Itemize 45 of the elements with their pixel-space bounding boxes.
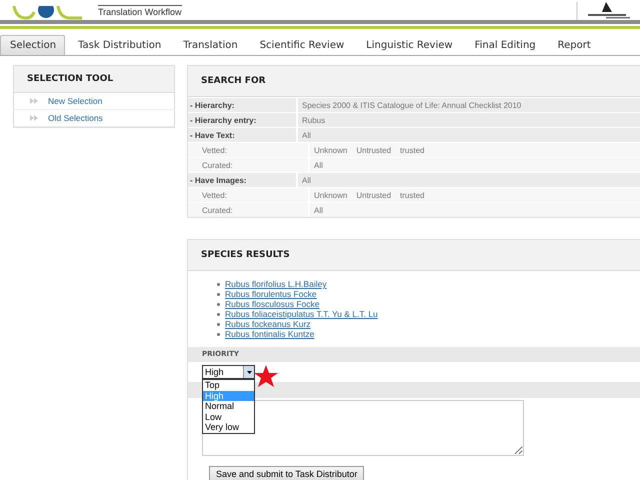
priority-select[interactable]: High [202,365,255,379]
field-value: trusted [400,146,425,154]
bullet-icon [217,322,220,326]
tab[interactable]: Linguistic Review [356,35,462,55]
star-icon [254,365,278,387]
bullet-icon [217,312,220,316]
bullet-icon [217,282,220,286]
species-link[interactable]: Rubus foliaceistipulatus T.T. Yu & L.T. Lu [225,309,378,319]
field-value: All [302,130,311,140]
bullet-arrow-icon [30,98,38,104]
tab[interactable]: Task Distribution [68,35,170,55]
species-link[interactable]: Rubus florulentus Focke [225,289,317,299]
logo-drawing [12,6,84,20]
panel-title: SELECTION TOOL [14,66,174,93]
field-value: Unknown [314,146,348,154]
sidebar-link[interactable]: New Selection [14,93,174,110]
field-value: Species 2000 & ITIS Catalogue of Life: Annual Checklist 2010 [302,100,522,110]
field-label: Curated: [188,203,310,217]
caret-icon [246,370,252,374]
field-value: Unknown [314,190,348,200]
species-link[interactable]: Rubus fontinalis Kuntze [225,329,314,339]
field-value: All [314,206,323,214]
app-subtitle: Translation Workflow [98,5,182,20]
bullet-icon [217,332,220,336]
bullet-icon [217,302,220,306]
submit-button[interactable]: Save and submit to Task Distributor [209,466,364,480]
field-value: All [302,176,311,184]
field-value: Untrusted [356,146,392,154]
tab[interactable]: Translation [173,35,247,55]
tab[interactable]: Scientific Review [250,35,354,55]
species-link[interactable]: Rubus flosculosus Focke [225,299,320,309]
tab[interactable]: Final Editing [464,35,545,55]
field-value: Rubus [302,116,326,124]
field-value: Untrusted [356,190,392,200]
panel-title: SPECIES RESULTS [188,240,640,271]
bullet-icon [217,292,220,296]
bullet-arrow-icon [30,115,38,121]
tab[interactable]: Selection [0,35,66,55]
field-value: trusted [400,190,425,200]
field-value: All [314,160,323,170]
species-link[interactable]: Rubus fockeanus Kurz [225,319,311,329]
species-link[interactable]: Rubus florifolius L.H.Bailey [225,279,327,289]
tab[interactable]: Report [548,35,600,55]
panel-title: SEARCH FOR [188,66,640,97]
sidebar-link[interactable]: Old Selections [14,110,174,127]
